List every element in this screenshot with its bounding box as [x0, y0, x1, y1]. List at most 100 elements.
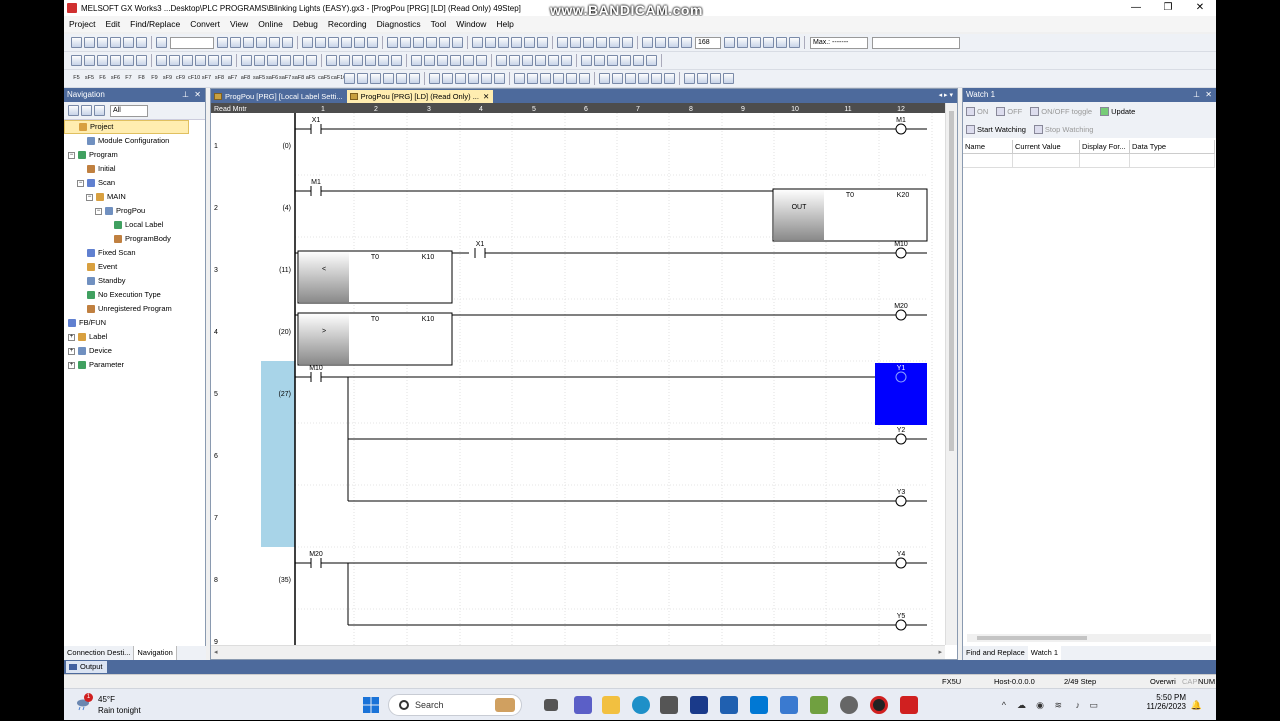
tree-item[interactable]: Event	[64, 260, 205, 274]
ladder-tool-icon[interactable]	[156, 55, 167, 66]
bandicam-record-icon[interactable]	[870, 696, 888, 714]
menu-view[interactable]: View	[225, 19, 253, 29]
minimize-button[interactable]: —	[1120, 0, 1152, 16]
toolbar-button-icon[interactable]	[776, 37, 787, 48]
ladder-tool-icon[interactable]	[241, 55, 252, 66]
app-tray-icon[interactable]: ◉	[1036, 700, 1044, 711]
menu-find-replace[interactable]: Find/Replace	[125, 19, 185, 29]
ladder-tool-icon[interactable]	[437, 55, 448, 66]
tree-item[interactable]: Standby	[64, 274, 205, 288]
task-view-icon[interactable]	[544, 699, 558, 711]
close-icon[interactable]: ✕	[1205, 88, 1212, 102]
ladder-symbol-button[interactable]: cF9	[175, 72, 186, 85]
table-cell[interactable]	[1013, 154, 1080, 168]
toolbar-button-icon[interactable]	[710, 73, 721, 84]
ladder-tool-icon[interactable]	[581, 55, 592, 66]
on-button[interactable]: ON	[966, 106, 988, 116]
settings-gear-icon[interactable]	[840, 696, 858, 714]
tab-scroll-arrows-icon[interactable]: ◂ ▸ ▾	[939, 89, 953, 103]
file-explorer-icon[interactable]	[602, 696, 620, 714]
ladder-symbol-button[interactable]: F7	[123, 72, 134, 85]
app-icon[interactable]	[780, 696, 798, 714]
toolbar-button-icon[interactable]	[341, 37, 352, 48]
ladder-tool-icon[interactable]	[450, 55, 461, 66]
toolbar-button-icon[interactable]	[553, 73, 564, 84]
tree-item[interactable]: + Label	[64, 330, 205, 344]
expand-icon[interactable]: +	[68, 347, 75, 355]
menu-diagnostics[interactable]: Diagnostics	[372, 19, 426, 29]
ladder-tool-icon[interactable]	[607, 55, 618, 66]
ladder-tool-icon[interactable]	[280, 55, 291, 66]
toolbar-button-icon[interactable]	[498, 37, 509, 48]
scroll-thumb[interactable]	[977, 636, 1087, 640]
ladder-symbol-button[interactable]: F9	[149, 72, 160, 85]
toolbar-button-icon[interactable]	[651, 73, 662, 84]
toolbar-button-icon[interactable]	[230, 37, 241, 48]
l-app-icon[interactable]	[690, 696, 708, 714]
tab-find-and-replace[interactable]: Find and Replace	[963, 646, 1028, 660]
collapse-icon[interactable]	[81, 105, 92, 116]
ladder-symbol-button[interactable]: sF7	[201, 72, 212, 85]
toolbar-button-icon[interactable]	[697, 73, 708, 84]
toolbar-button-icon[interactable]	[763, 37, 774, 48]
ladder-tool-icon[interactable]	[306, 55, 317, 66]
menu-convert[interactable]: Convert	[185, 19, 225, 29]
toolbar-button-icon[interactable]	[511, 37, 522, 48]
ladder-symbol-button[interactable]: F8	[136, 72, 147, 85]
menu-project[interactable]: Project	[64, 19, 100, 29]
toolbar-button-icon[interactable]	[638, 73, 649, 84]
ladder-tool-icon[interactable]	[561, 55, 572, 66]
restore-button[interactable]: ❐	[1152, 0, 1184, 16]
toolbar-button-icon[interactable]	[156, 37, 167, 48]
menu-tool[interactable]: Tool	[426, 19, 452, 29]
toolbar-button-icon[interactable]	[642, 37, 653, 48]
ladder-symbol-button[interactable]: sF8	[214, 72, 225, 85]
menu-edit[interactable]: Edit	[100, 19, 125, 29]
collapse-icon[interactable]: −	[95, 207, 102, 215]
store-icon[interactable]	[660, 696, 678, 714]
zoom-select[interactable]: 168	[695, 36, 721, 49]
scroll-thumb[interactable]	[949, 111, 954, 451]
chevron-up-icon[interactable]: ^	[1002, 700, 1006, 710]
toolbar-button-icon[interactable]	[71, 37, 82, 48]
tree-item[interactable]: Project	[64, 120, 189, 134]
toolbar-button-icon[interactable]	[413, 37, 424, 48]
teams-icon[interactable]	[574, 696, 592, 714]
toolbar-button-icon[interactable]	[429, 73, 440, 84]
menu-window[interactable]: Window	[451, 19, 491, 29]
toolbar-button-icon[interactable]	[664, 73, 675, 84]
toolbar-button-icon[interactable]	[97, 37, 108, 48]
toolbar-button-icon[interactable]	[655, 37, 666, 48]
toolbar-button-icon[interactable]	[315, 37, 326, 48]
toolbar-button-icon[interactable]	[396, 73, 407, 84]
ladder-tool-icon[interactable]	[195, 55, 206, 66]
ladder-symbol-button[interactable]: sF6	[110, 72, 121, 85]
toolbar-button-icon[interactable]	[566, 73, 577, 84]
toolbar-button-icon[interactable]	[302, 37, 313, 48]
toolbar-button-icon[interactable]	[724, 37, 735, 48]
tab-watch-1[interactable]: Watch 1	[1027, 646, 1062, 660]
ladder-tool-icon[interactable]	[182, 55, 193, 66]
tree-item[interactable]: − Program	[64, 148, 205, 162]
ladder-tool-icon[interactable]	[620, 55, 631, 66]
tree-item[interactable]: − ProgPou	[64, 204, 205, 218]
navigation-filter-select[interactable]: All	[110, 104, 148, 117]
scroll-left-icon[interactable]: ◂	[214, 648, 218, 656]
tree-item[interactable]: + Device	[64, 344, 205, 358]
toolbar-button-icon[interactable]	[537, 37, 548, 48]
toolbar-button-icon[interactable]	[367, 37, 378, 48]
ladder-symbol-button[interactable]: saF8	[292, 72, 304, 85]
toolbar-button-icon[interactable]	[409, 73, 420, 84]
pin-icon[interactable]: ⊥	[1193, 88, 1200, 102]
close-button[interactable]: ✕	[1184, 0, 1216, 16]
toolbar-button-icon[interactable]	[625, 73, 636, 84]
toolbar-button-icon[interactable]	[400, 37, 411, 48]
close-icon[interactable]: ✕	[194, 88, 201, 102]
windows-start-icon[interactable]	[363, 697, 379, 713]
tree-item[interactable]: Initial	[64, 162, 205, 176]
onedrive-icon[interactable]: ☁	[1017, 700, 1026, 711]
toolbar-button-icon[interactable]	[524, 37, 535, 48]
ladder-tool-icon[interactable]	[123, 55, 134, 66]
toolbar-button-icon[interactable]	[217, 37, 228, 48]
ladder-symbol-button[interactable]: caF5	[318, 72, 330, 85]
